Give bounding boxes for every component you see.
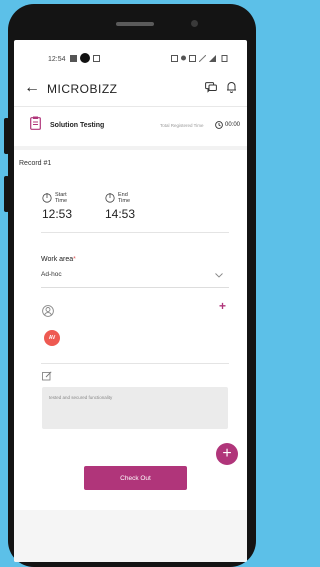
back-button[interactable]: ← [24,79,40,97]
nfc-icon [171,55,178,62]
registered-time-label: Total Registered Time [160,123,204,128]
registered-time-value: 00:00 [225,122,241,128]
signal-icon [209,55,216,62]
sync-icon [189,55,196,62]
chevron-down-icon[interactable] [215,273,223,278]
app-bar-divider [14,106,247,107]
gallery-icon [70,55,77,62]
user-circle-icon [42,305,54,317]
start-time-value: 12:53 [42,207,73,221]
notes-text: tested and secured functionality [49,395,113,400]
phone-volume-button [4,118,9,154]
phone-camera [191,20,198,27]
add-assignee-button[interactable]: + [219,299,226,313]
status-bar: 12:54 [14,40,247,70]
image-icon [93,55,100,62]
section-divider [14,146,247,150]
add-record-button[interactable]: + [216,443,238,465]
record-dot-icon [80,53,90,63]
edit-icon [42,371,52,381]
bell-icon[interactable] [226,81,237,93]
mute-icon [199,55,206,62]
phone-power-button [4,176,9,212]
start-time[interactable]: Start Time 12:53 [42,190,72,221]
times-divider [41,232,229,233]
bottom-area [14,510,247,562]
app-title: MICROBIZZ [47,82,118,96]
work-area-label: Work area* [41,256,76,263]
stopwatch-icon [105,193,115,203]
record-title: Record #1 [19,160,52,167]
task-header: Solution Testing Total Registered Time 0… [14,110,247,140]
status-time: 12:54 [48,56,66,63]
clock-icon [215,121,223,129]
check-out-button[interactable]: Check Out [84,466,187,490]
app-screen: 12:54 ← MICROBIZZ Solution Testing Total… [14,40,247,562]
task-name: Solution Testing [50,122,105,129]
start-time-label: Start Time [55,192,68,204]
stopwatch-icon [42,193,52,203]
notes-divider [41,363,229,364]
app-bar: ← MICROBIZZ [14,74,247,104]
notes-field[interactable]: tested and secured functionality [42,387,228,429]
end-time-value: 14:53 [105,207,136,221]
work-area-underline [41,287,229,288]
location-icon [181,55,186,61]
chat-icon[interactable] [205,82,217,93]
battery-icon [221,55,228,62]
phone-speaker [116,22,154,26]
end-time-label: End Time [118,192,131,204]
avatar[interactable]: AV [44,330,60,346]
time-range: Start Time 12:53 End Time 14:53 [14,190,247,230]
end-time[interactable]: End Time 14:53 [105,190,135,221]
work-area-select[interactable]: Ad-hoc [41,271,62,278]
clipboard-icon [30,116,41,130]
